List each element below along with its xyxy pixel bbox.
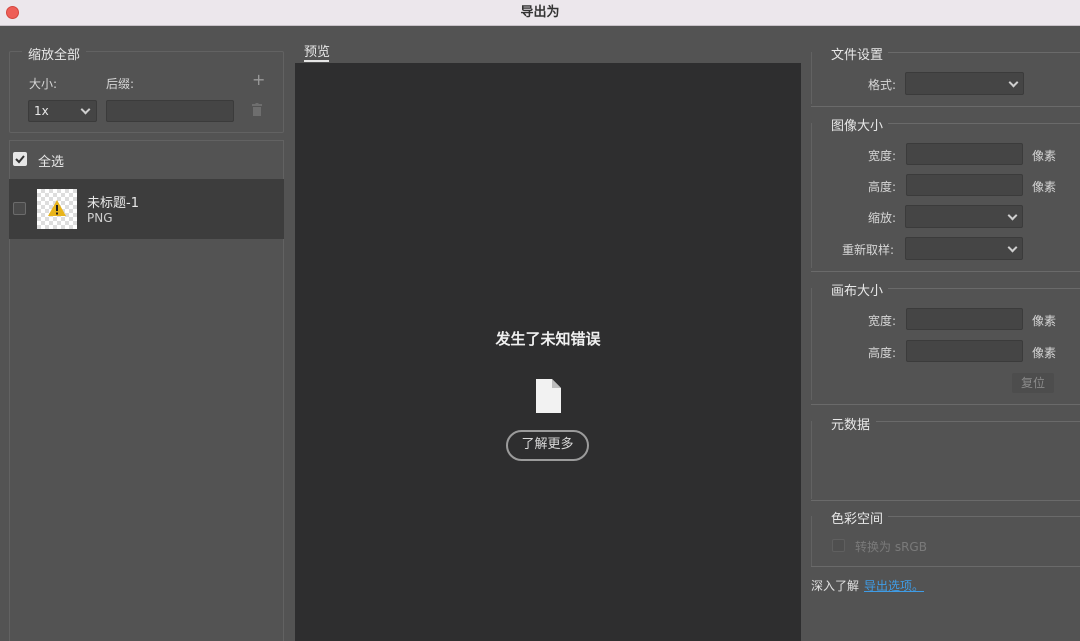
section-divider	[888, 52, 1080, 53]
suffix-input[interactable]	[106, 100, 234, 122]
trash-icon[interactable]	[252, 103, 262, 116]
section-border	[811, 123, 812, 268]
image-size-heading: 图像大小	[831, 119, 884, 134]
plus-icon[interactable]: +	[252, 70, 265, 89]
canvas-width-label: 宽度:	[868, 314, 897, 328]
canvas-size-heading: 画布大小	[831, 284, 884, 299]
suffix-label: 后缀:	[106, 77, 135, 91]
scale-all-heading: 缩放全部	[22, 44, 87, 63]
size-select-value: 1x	[34, 104, 49, 118]
image-height-label: 高度:	[868, 180, 897, 194]
size-select[interactable]: 1x	[28, 100, 97, 122]
size-label: 大小:	[29, 77, 58, 91]
image-width-unit: 像素	[1032, 149, 1057, 163]
tab-preview[interactable]: 预览	[304, 41, 330, 60]
canvas-width-input[interactable]	[906, 308, 1023, 330]
file-settings-heading: 文件设置	[831, 48, 884, 63]
close-window-button[interactable]	[6, 6, 19, 19]
canvas-width-unit: 像素	[1032, 314, 1057, 328]
warning-icon	[48, 200, 66, 216]
format-label: 格式:	[868, 78, 897, 92]
format-select[interactable]	[905, 72, 1024, 95]
convert-srgb-checkbox[interactable]	[832, 539, 845, 552]
chevron-down-icon	[1008, 77, 1019, 88]
learn-more-prefix: 深入了解	[811, 579, 860, 593]
chevron-down-icon	[80, 104, 91, 115]
asset-name: 未标题-1	[87, 196, 139, 211]
section-border	[811, 288, 812, 400]
section-divider	[888, 288, 1080, 289]
section-divider	[811, 404, 1080, 405]
section-divider	[888, 516, 1080, 517]
resample-select[interactable]	[905, 237, 1023, 260]
learn-more-button[interactable]: 了解更多	[506, 430, 589, 461]
list-item[interactable]: 未标题-1 PNG	[9, 179, 284, 239]
canvas-height-input[interactable]	[906, 340, 1023, 362]
file-icon	[536, 379, 561, 413]
image-height-input[interactable]	[906, 174, 1023, 196]
image-height-unit: 像素	[1032, 180, 1057, 194]
export-options-link[interactable]: 导出选项。	[864, 577, 924, 594]
select-all-checkbox[interactable]	[13, 152, 27, 166]
section-border	[811, 421, 812, 499]
convert-srgb-label: 转换为 sRGB	[855, 540, 927, 554]
asset-thumbnail	[37, 189, 77, 229]
section-border	[811, 516, 812, 566]
resample-label: 重新取样:	[842, 243, 895, 257]
scale-select[interactable]	[905, 205, 1023, 228]
error-title: 发生了未知错误	[495, 330, 601, 348]
section-border	[811, 52, 812, 104]
canvas-height-unit: 像素	[1032, 346, 1057, 360]
section-divider	[811, 566, 1080, 567]
select-all-label: 全选	[38, 155, 65, 170]
section-divider	[876, 421, 1080, 422]
chevron-down-icon	[1007, 210, 1018, 221]
color-space-heading: 色彩空间	[831, 512, 884, 527]
section-divider	[811, 271, 1080, 272]
asset-format: PNG	[87, 211, 113, 225]
reset-button[interactable]: 复位	[1012, 373, 1054, 393]
section-divider	[888, 123, 1080, 124]
canvas-height-label: 高度:	[868, 346, 897, 360]
window-title: 导出为	[520, 5, 560, 20]
section-divider	[811, 500, 1080, 501]
asset-checkbox[interactable]	[13, 202, 26, 215]
image-width-label: 宽度:	[868, 149, 897, 163]
scale-label: 缩放:	[868, 211, 897, 225]
image-width-input[interactable]	[906, 143, 1023, 165]
chevron-down-icon	[1007, 242, 1018, 253]
metadata-heading: 元数据	[831, 418, 871, 433]
tab-active-indicator	[304, 60, 329, 62]
section-divider	[811, 106, 1080, 107]
preview-area: 发生了未知错误 了解更多	[295, 63, 801, 641]
